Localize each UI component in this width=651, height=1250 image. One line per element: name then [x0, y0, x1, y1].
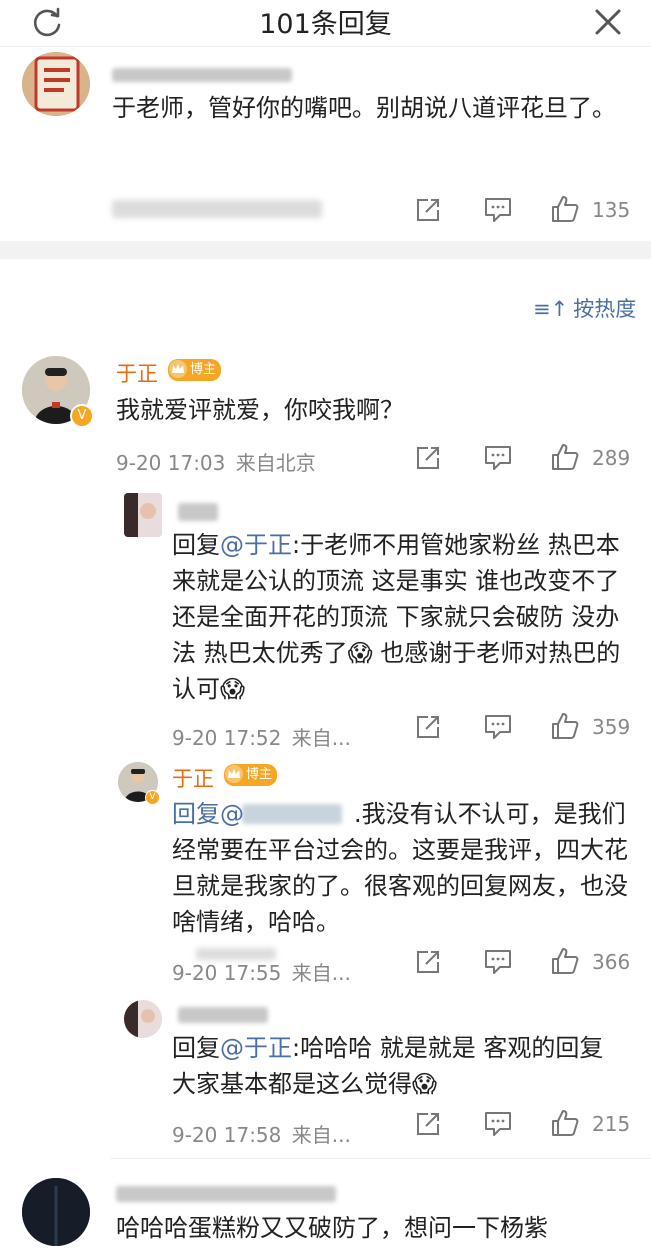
reply-prefix: 回复 — [172, 531, 220, 559]
share-icon[interactable] — [415, 949, 441, 975]
like-count: 366 — [592, 950, 631, 974]
separator-line — [110, 1158, 651, 1159]
location: 来自... — [291, 1123, 351, 1147]
reply-text: 回复@于正:于老师不用管她家粉丝 热巴本来就是公认的顶流 这是事实 谁也改变不了… — [172, 527, 632, 707]
share-icon[interactable] — [415, 197, 441, 223]
reply-text: 回复@于正:哈哈哈 就是就是 客观的回复 大家基本都是这么觉得😱 — [172, 1030, 632, 1102]
mention-link[interactable]: @于正 — [220, 1034, 292, 1062]
header-bar: 101条回复 — [0, 0, 651, 47]
crown-icon — [168, 359, 188, 379]
location: 来自... — [291, 961, 351, 985]
location: 来自北京 — [235, 451, 316, 475]
timestamp: 9-20 17:58 — [172, 1123, 282, 1147]
verified-icon: V — [145, 790, 160, 805]
section-divider — [0, 241, 651, 259]
comment-text: 我就爱评就爱，你咬我啊？ — [116, 396, 404, 424]
comment-time: 9-20 17:03 来自北京 — [116, 447, 316, 476]
location: 来自... — [291, 726, 351, 750]
reply-prefix: 回复 — [172, 1034, 220, 1062]
comment-icon[interactable] — [484, 1111, 512, 1137]
username-blurred — [178, 503, 218, 521]
like-count: 215 — [592, 1112, 631, 1136]
scream-emoji-icon: 😱 — [412, 1070, 438, 1098]
reply-prefix: 回复@ — [172, 800, 244, 828]
sort-button[interactable]: ≡↑ 按热度 — [533, 293, 636, 323]
share-icon[interactable] — [415, 714, 441, 740]
meta-blurred — [112, 200, 322, 218]
comment-icon[interactable] — [484, 445, 512, 471]
timestamp: 9-20 17:55 — [172, 961, 282, 985]
verified-icon: V — [70, 404, 94, 428]
sort-icon: ≡↑ — [533, 297, 569, 321]
badge-label: 博主 — [246, 767, 273, 782]
scream-emoji-icon: 😱 — [220, 675, 246, 703]
author-name[interactable]: 于正 — [116, 358, 158, 388]
badge-label: 博主 — [190, 362, 217, 377]
like-count: 135 — [592, 198, 631, 222]
blogger-badge: 博主 — [224, 764, 278, 786]
crown-icon — [224, 764, 244, 784]
like-icon[interactable] — [550, 194, 580, 224]
avatar[interactable] — [22, 1178, 90, 1246]
username-blurred — [116, 1186, 336, 1202]
share-icon[interactable] — [415, 445, 441, 471]
username-blurred — [112, 68, 292, 82]
avatar[interactable] — [124, 1000, 162, 1038]
like-count: 359 — [592, 715, 631, 739]
username-blurred — [178, 1007, 268, 1023]
comment-icon[interactable] — [484, 949, 512, 975]
reply-meta: 9-20 17:52 来自... — [172, 722, 351, 751]
like-icon[interactable] — [550, 442, 580, 472]
like-count: 289 — [592, 446, 631, 470]
comment-icon[interactable] — [484, 714, 512, 740]
comment-text: 于老师，管好你的嘴吧。别胡说八道评花旦了。 — [112, 94, 616, 122]
reply-meta: 9-20 17:58 来自... — [172, 1119, 351, 1148]
author-name[interactable]: 于正 — [172, 763, 214, 793]
comment-icon[interactable] — [484, 197, 512, 223]
like-icon[interactable] — [550, 946, 580, 976]
scream-emoji-icon: 😱 — [347, 639, 373, 667]
share-icon[interactable] — [415, 1111, 441, 1137]
close-icon[interactable] — [592, 6, 624, 38]
comment-text: 哈哈哈蛋糕粉又又破防了，想问一下杨紫 — [116, 1214, 548, 1242]
timestamp: 9-20 17:52 — [172, 726, 282, 750]
like-icon[interactable] — [550, 711, 580, 741]
reply-meta: 9-20 17:55 来自... — [172, 957, 351, 986]
sort-label: 按热度 — [573, 297, 637, 321]
blogger-badge: 博主 — [168, 359, 222, 381]
avatar[interactable] — [124, 493, 162, 537]
timestamp: 9-20 17:03 — [116, 451, 226, 475]
like-icon[interactable] — [550, 1108, 580, 1138]
page-title: 101条回复 — [259, 9, 392, 40]
mention-link[interactable]: @于正 — [220, 531, 292, 559]
reply-text: 回复@ .我没有认不认可，是我们经常要在平台过会的。这要是我评，四大花旦就是我家的… — [172, 796, 632, 940]
avatar[interactable] — [22, 52, 90, 116]
